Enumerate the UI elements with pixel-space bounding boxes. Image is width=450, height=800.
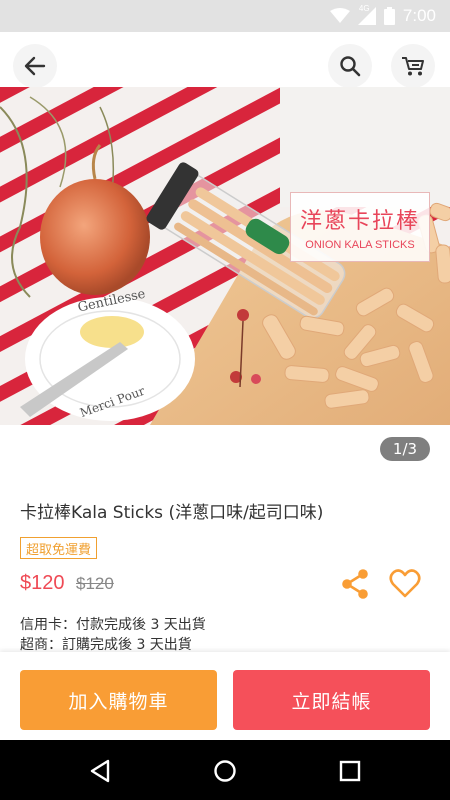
battery-icon xyxy=(383,7,395,25)
system-nav-bar xyxy=(0,740,450,800)
bottom-action-bar: 加入購物車 立即結帳 xyxy=(0,652,450,740)
hero-product-tag: 洋蔥卡拉棒 ONION KALA STICKS xyxy=(290,192,430,262)
share-icon xyxy=(342,569,368,599)
product-price: $120 xyxy=(20,572,65,594)
promo-badge: 超取免運費 xyxy=(20,537,98,559)
cart-icon xyxy=(402,57,424,76)
checkout-button[interactable]: 立即結帳 xyxy=(233,670,430,730)
triangle-back-icon xyxy=(90,759,110,783)
back-button[interactable] xyxy=(13,44,57,88)
status-bar: 4G 7:00 xyxy=(0,0,450,32)
status-time: 7:00 xyxy=(402,6,436,25)
product-image[interactable]: Gentilesse Merci Pour 洋蔥卡拉棒 ONION KALA S… xyxy=(0,87,450,425)
nav-back-button[interactable] xyxy=(87,758,113,784)
hero-tag-subtitle: ONION KALA STICKS xyxy=(305,239,415,251)
share-button[interactable] xyxy=(338,566,372,602)
top-bar xyxy=(0,32,450,92)
image-pager: 1/3 xyxy=(380,437,430,461)
add-to-cart-button[interactable]: 加入購物車 xyxy=(20,670,217,730)
status-icons: 4G 7:00 xyxy=(329,4,436,26)
hero-tag-title: 洋蔥卡拉棒 xyxy=(299,209,420,234)
square-recents-icon xyxy=(339,760,361,782)
favorite-button[interactable] xyxy=(386,566,424,602)
original-price: $120 xyxy=(76,574,114,593)
wifi-icon xyxy=(329,8,350,23)
circle-home-icon xyxy=(214,760,236,782)
shipping-info-store: 超商：訂購完成後 3 天出貨 xyxy=(20,637,192,653)
search-button[interactable] xyxy=(328,44,372,88)
shipping-info-card: 信用卡：付款完成後 3 天出貨 xyxy=(20,617,206,633)
nav-recents-button[interactable] xyxy=(337,758,363,784)
heart-icon xyxy=(389,569,421,598)
network-type-label: 4G xyxy=(358,4,370,13)
network-type-icon: 4G xyxy=(357,4,376,25)
arrow-left-icon xyxy=(24,56,46,76)
product-title: 卡拉棒Kala Sticks (洋蔥口味/起司口味) xyxy=(20,503,324,523)
nav-home-button[interactable] xyxy=(212,758,238,784)
search-icon xyxy=(340,56,361,77)
cart-button[interactable] xyxy=(391,44,435,88)
